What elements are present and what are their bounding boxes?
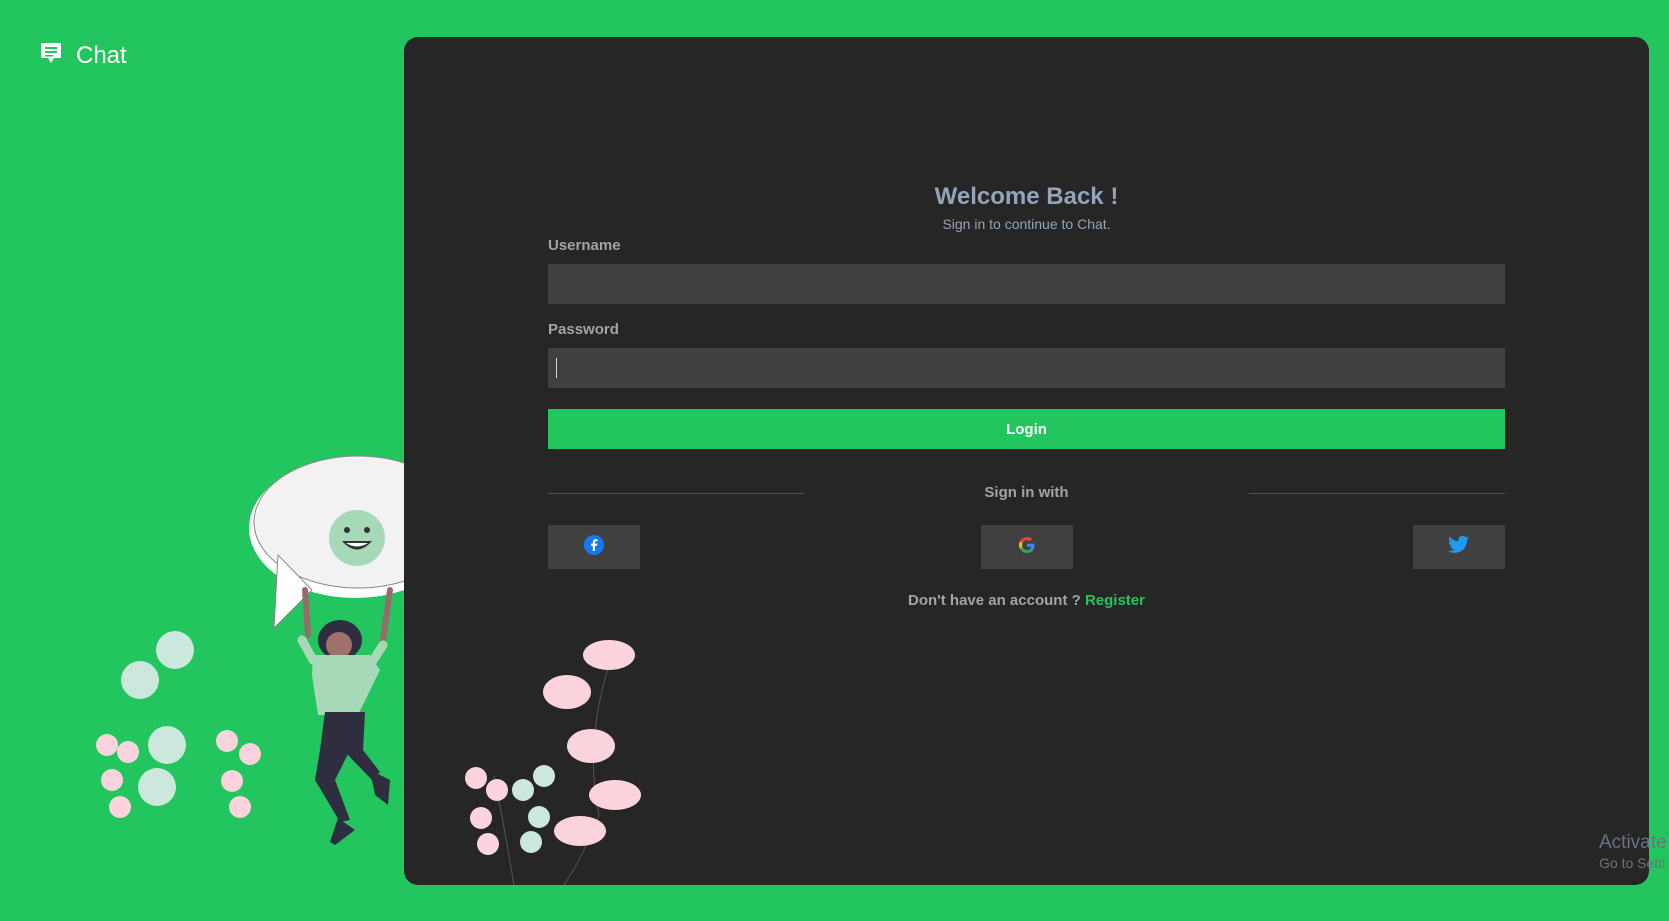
password-input[interactable] (548, 348, 1505, 388)
username-input[interactable] (548, 264, 1505, 304)
page-title: Welcome Back ! (934, 183, 1119, 210)
watermark-line-2: Go to Setti (1599, 854, 1666, 871)
brand[interactable]: Chat (38, 40, 127, 71)
brand-name: Chat (76, 41, 127, 69)
register-link[interactable]: Register (1085, 592, 1145, 609)
password-label: Password (548, 321, 619, 338)
activation-watermark: Activate Go to Setti (1599, 832, 1669, 872)
google-button[interactable] (981, 525, 1073, 569)
facebook-button[interactable] (548, 525, 640, 569)
register-prompt: Don't have an account ? Register (404, 592, 1649, 609)
twitter-button[interactable] (1413, 525, 1505, 569)
twitter-icon (1448, 535, 1470, 560)
text-cursor (556, 358, 557, 378)
login-button[interactable]: Login (548, 409, 1505, 449)
no-account-text: Don't have an account ? (908, 592, 1081, 609)
facebook-icon (584, 534, 604, 560)
divider-line-right (1249, 493, 1505, 494)
watermark-line-1: Activate (1599, 832, 1667, 853)
page-subtitle: Sign in to continue to Chat. (942, 216, 1111, 232)
chat-bubble-icon (38, 40, 64, 71)
plant-illustration (465, 640, 641, 885)
google-icon (1017, 535, 1037, 560)
login-panel: Welcome Back ! Sign in to continue to Ch… (404, 37, 1649, 885)
username-label: Username (548, 237, 621, 254)
